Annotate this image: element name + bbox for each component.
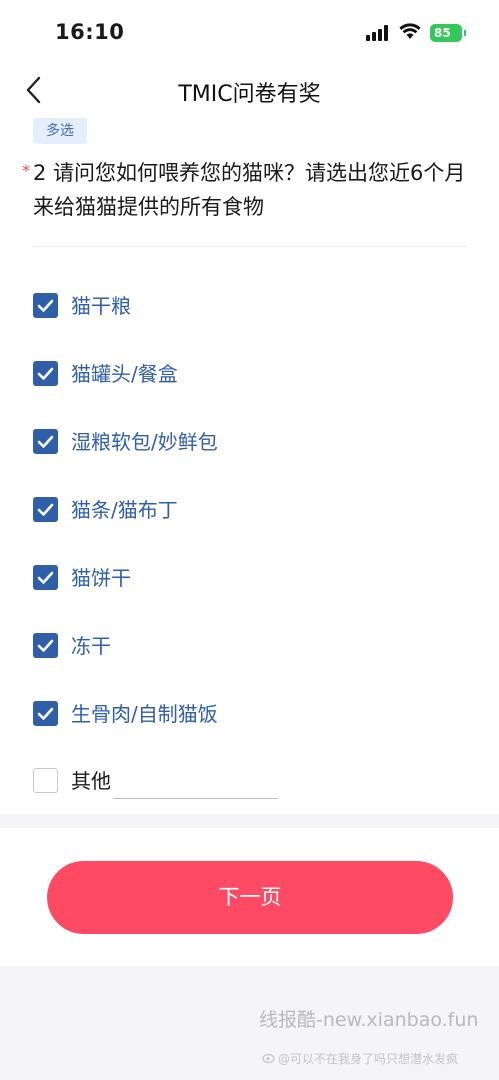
option-canned-food[interactable]: 猫罐头/餐盒: [33, 359, 473, 391]
option-cat-treat-stick[interactable]: 猫条/猫布丁: [33, 495, 473, 527]
battery-level: 85: [434, 26, 451, 40]
option-label: 猫条/猫布丁: [71, 498, 178, 522]
checkbox-checked-icon[interactable]: [33, 701, 58, 726]
required-mark: *: [22, 161, 30, 180]
option-label: 猫饼干: [71, 566, 131, 590]
cellular-signal-icon: [366, 25, 392, 41]
checkbox-unchecked-icon[interactable]: [33, 768, 58, 793]
option-cat-biscuit[interactable]: 猫饼干: [33, 563, 473, 595]
next-page-button[interactable]: 下一页: [47, 861, 453, 934]
page-title: TMIC问卷有奖: [178, 82, 321, 107]
wifi-icon: [399, 23, 421, 39]
other-text-input[interactable]: [113, 774, 278, 799]
option-dry-food[interactable]: 猫干粮: [33, 291, 473, 323]
question-card: 多选 * 2 请问您如何喂养您的猫咪？请选出您近6个月来给猫猫提供的所有食物 猫…: [0, 116, 499, 814]
option-raw-homemade[interactable]: 生骨肉/自制猫饭: [33, 699, 473, 731]
status-bar: 16:10 85: [0, 0, 499, 64]
battery-icon: 85: [430, 24, 466, 42]
question-type-badge: 多选: [33, 118, 87, 144]
checkbox-checked-icon[interactable]: [33, 633, 58, 658]
weibo-icon: [262, 1053, 275, 1064]
option-freeze-dried[interactable]: 冻干: [33, 631, 473, 663]
footer-bar: 下一页: [0, 828, 499, 966]
option-label: 冻干: [71, 634, 111, 658]
checkbox-checked-icon[interactable]: [33, 429, 58, 454]
option-label: 其他: [71, 769, 111, 793]
checkbox-checked-icon[interactable]: [33, 361, 58, 386]
question-text-block: * 2 请问您如何喂养您的猫咪？请选出您近6个月来给猫猫提供的所有食物: [22, 156, 468, 224]
divider: [33, 246, 466, 247]
checkbox-checked-icon[interactable]: [33, 565, 58, 590]
option-label: 生骨肉/自制猫饭: [71, 702, 218, 726]
weibo-watermark: @可以不在我身了吗只想潜水发疯: [278, 1052, 459, 1066]
option-label: 猫干粮: [71, 294, 131, 318]
option-other[interactable]: 其他: [33, 766, 473, 799]
question-text: 2 请问您如何喂养您的猫咪？请选出您近6个月来给猫猫提供的所有食物: [33, 161, 466, 219]
option-wet-food-pouch[interactable]: 湿粮软包/妙鲜包: [33, 427, 473, 459]
status-time: 16:10: [55, 20, 125, 44]
nav-bar: TMIC问卷有奖: [0, 64, 499, 116]
checkbox-checked-icon[interactable]: [33, 293, 58, 318]
checkbox-checked-icon[interactable]: [33, 497, 58, 522]
option-label: 猫罐头/餐盒: [71, 362, 178, 386]
site-watermark: 线报酷-new.xianbao.fun: [259, 1009, 479, 1031]
option-label: 湿粮软包/妙鲜包: [71, 430, 218, 454]
